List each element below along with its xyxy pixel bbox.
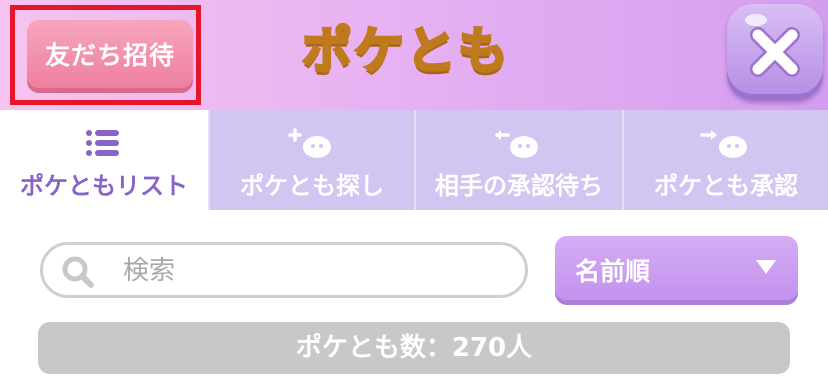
search-box[interactable] (40, 242, 528, 298)
tab-awaiting-approval[interactable]: 相手の承認待ち (414, 110, 622, 210)
tab-label: ポケとも承認 (654, 172, 798, 200)
dropdown-arrow-icon (756, 260, 776, 274)
tab-label: ポケともリスト (20, 172, 188, 200)
tab-bar: ポケともリスト ポケとも探し 相手の承認待ち ポケとも承認 (0, 110, 828, 210)
add-pokemon-icon (288, 128, 331, 158)
sort-selected-label: 名前順 (575, 257, 651, 286)
close-icon (750, 27, 800, 77)
friend-count-bar: ポケとも数：270人 (38, 322, 790, 374)
search-input[interactable] (121, 251, 505, 291)
pending-pokemon-icon (495, 130, 538, 158)
tab-label: ポケとも探し (240, 172, 384, 200)
close-button[interactable] (727, 4, 823, 100)
top-header: 友だち招待 ポケとも (0, 0, 828, 110)
page-title: ポケとも (301, 21, 510, 82)
button-shine (745, 14, 767, 26)
list-icon (86, 130, 119, 156)
tab-label: 相手の承認待ち (435, 172, 603, 200)
tab-poketomo-search[interactable]: ポケとも探し (208, 110, 414, 210)
tab-poketomo-list[interactable]: ポケともリスト (0, 110, 208, 210)
approve-pokemon-icon (700, 130, 747, 158)
tab-poketomo-approve[interactable]: ポケとも承認 (622, 110, 828, 210)
sort-dropdown[interactable]: 名前順 (555, 236, 798, 300)
highlight-box: 友だち招待 (10, 5, 201, 105)
search-icon (62, 256, 94, 288)
invite-friends-button[interactable]: 友だち招待 (27, 20, 193, 88)
